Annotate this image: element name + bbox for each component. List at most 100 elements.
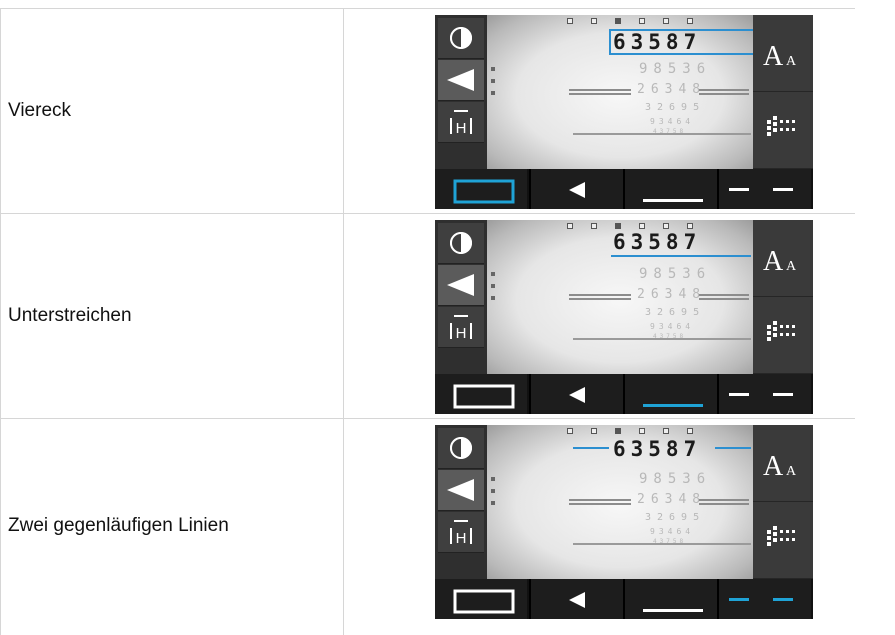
optotype-line: 98536: [639, 471, 712, 487]
optotype-line: 43758: [653, 538, 687, 545]
optotype-line: 93464: [650, 117, 695, 126]
optotype-line: 98536: [639, 61, 712, 77]
svg-text:H: H: [456, 530, 467, 547]
optotype-line: 32695: [645, 102, 706, 113]
grid-button[interactable]: [753, 92, 813, 169]
optotype-line: 26348: [637, 287, 707, 302]
font-size-icon: A A: [763, 246, 797, 277]
left-arrow-icon: [447, 69, 474, 91]
table-row: Unterstreichen H 63587 98536 26348 32695…: [0, 213, 855, 418]
rectangle-mode-icon: [453, 589, 515, 614]
previous-button[interactable]: [438, 60, 484, 101]
svg-text:H: H: [456, 120, 467, 137]
svg-text:A: A: [786, 54, 797, 69]
device-screenshot: H 63587 98536 26348 32695 93464 43758 A …: [435, 15, 813, 209]
optotype-screen: 63587 98536 26348 32695 93464 43758: [487, 220, 753, 374]
hyperopia-button[interactable]: H: [438, 512, 484, 553]
left-arrow-icon: [447, 479, 474, 501]
optotype-line: 98536: [639, 266, 712, 282]
device-screenshot: H 63587 98536 26348 32695 93464 43758 A …: [435, 220, 813, 414]
optotype-line: 26348: [637, 492, 707, 507]
optotype-line: 93464: [650, 322, 695, 331]
back-button[interactable]: [529, 579, 623, 619]
optotype-line: 32695: [645, 307, 706, 318]
hyperopia-icon: H: [450, 520, 472, 547]
table-row: Viereck H 63587 98536 26348 32695 93464 …: [0, 8, 855, 213]
svg-text:A: A: [763, 246, 784, 277]
rectangle-mode-icon: [453, 384, 515, 409]
optotype-line-main: 63587: [613, 437, 702, 461]
font-size-button[interactable]: A A: [753, 425, 813, 502]
optotype-screen: 63587 98536 26348 32695 93464 43758: [487, 15, 755, 169]
grid-button[interactable]: [753, 502, 813, 579]
optotype-line: 32695: [645, 512, 706, 523]
font-size-icon: A A: [763, 451, 797, 482]
indicator-dots: [567, 223, 693, 229]
font-size-button[interactable]: A A: [753, 220, 813, 297]
device-screenshot: H 63587 98536 26348 32695 93464 43758 A …: [435, 425, 813, 619]
contrast-icon: [450, 232, 472, 254]
left-line-marker: [573, 447, 609, 449]
svg-text:A: A: [763, 41, 784, 72]
optotype-line: 43758: [653, 128, 687, 135]
right-panel: A A: [753, 220, 813, 374]
grid-icon: [767, 321, 795, 341]
optotype-screen: 63587 98536 26348 32695 93464 43758: [487, 425, 753, 579]
back-button[interactable]: [529, 374, 623, 414]
svg-text:A: A: [763, 451, 784, 482]
hyperopia-button[interactable]: H: [438, 102, 484, 143]
rectangle-mode-button[interactable]: [435, 169, 527, 209]
two-lines-icon: [729, 598, 793, 601]
indicator-dots: [567, 428, 693, 434]
left-triangle-icon: [569, 182, 585, 198]
grid-icon: [767, 526, 795, 546]
two-lines-mode-button[interactable]: [717, 374, 811, 414]
contrast-icon: [450, 27, 472, 49]
back-button[interactable]: [529, 169, 623, 209]
font-size-icon: A A: [763, 41, 797, 72]
optotype-line: 43758: [653, 333, 687, 340]
row-label: Unterstreichen: [8, 305, 132, 326]
contrast-button[interactable]: [438, 428, 484, 469]
right-panel: A A: [753, 425, 813, 579]
optotype-line: 93464: [650, 527, 695, 536]
two-lines-icon: [729, 393, 793, 396]
optotype-line-main: 63587: [613, 30, 702, 54]
table-row: Zwei gegenläufigen Linien H 63587 98536 …: [0, 418, 855, 633]
two-lines-mode-button[interactable]: [717, 579, 811, 619]
previous-button[interactable]: [438, 265, 484, 306]
contrast-button[interactable]: [438, 223, 484, 264]
rectangle-mode-icon: [453, 179, 515, 204]
left-triangle-icon: [569, 387, 585, 403]
svg-text:H: H: [456, 325, 467, 342]
underline-icon: [643, 404, 703, 407]
bottom-toolbar: [435, 169, 813, 209]
contrast-icon: [450, 437, 472, 459]
contrast-button[interactable]: [438, 18, 484, 59]
grid-button[interactable]: [753, 297, 813, 374]
underline-marker: [611, 255, 751, 257]
underline-mode-button[interactable]: [623, 579, 717, 619]
svg-text:A: A: [786, 464, 797, 479]
two-lines-icon: [729, 188, 793, 191]
underline-mode-button[interactable]: [623, 169, 717, 209]
svg-text:A: A: [786, 259, 797, 274]
underline-mode-button[interactable]: [623, 374, 717, 414]
underline-icon: [643, 609, 703, 612]
previous-button[interactable]: [438, 470, 484, 511]
indicator-dots: [567, 18, 693, 24]
rectangle-mode-button[interactable]: [435, 374, 527, 414]
font-size-button[interactable]: A A: [753, 15, 813, 92]
bottom-toolbar: [435, 579, 813, 619]
left-triangle-icon: [569, 592, 585, 608]
two-lines-mode-button[interactable]: [717, 169, 811, 209]
options-table: Viereck H 63587 98536 26348 32695 93464 …: [0, 8, 855, 633]
right-line-marker: [715, 447, 751, 449]
left-arrow-icon: [447, 274, 474, 296]
hyperopia-button[interactable]: H: [438, 307, 484, 348]
rectangle-mode-button[interactable]: [435, 579, 527, 619]
row-label: Zwei gegenläufigen Linien: [8, 515, 229, 536]
optotype-line: 26348: [637, 82, 707, 97]
underline-icon: [643, 199, 703, 202]
bottom-toolbar: [435, 374, 813, 414]
